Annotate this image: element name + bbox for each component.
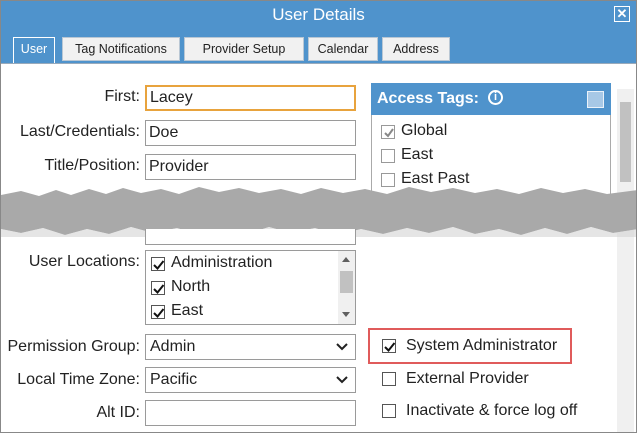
close-button[interactable]: ✕ — [614, 6, 630, 22]
local-time-zone-select[interactable]: Pacific — [145, 367, 356, 393]
permission-group-select[interactable]: Admin — [145, 334, 356, 360]
scroll-up-icon[interactable] — [342, 257, 350, 262]
last-credentials-label: Last/Credentials: — [19, 123, 140, 140]
user-locations-label: User Locations: — [28, 253, 140, 270]
user-locations-list: Administration North East — [145, 250, 356, 325]
check-icon — [153, 284, 165, 294]
check-icon — [384, 342, 396, 352]
tag-east-checkbox[interactable] — [381, 149, 395, 163]
tab-bar: User Tag Notifications Provider Setup Ca… — [1, 29, 636, 63]
last-credentials-input[interactable]: Doe — [145, 120, 356, 146]
locations-scrollbar-thumb[interactable] — [340, 271, 353, 293]
title-position-label: Title/Position: — [44, 157, 140, 174]
locations-scrollbar[interactable] — [338, 251, 355, 324]
info-icon[interactable]: i — [488, 90, 503, 105]
chevron-down-icon — [336, 376, 348, 384]
alt-id-label: Alt ID: — [96, 404, 140, 421]
check-icon — [153, 260, 165, 270]
tab-tag-notifications[interactable]: Tag Notifications — [62, 37, 180, 61]
access-tags-header: Access Tags: i — [371, 83, 611, 115]
window-scrollbar-thumb[interactable] — [620, 102, 631, 182]
first-name-input[interactable]: Lacey — [145, 85, 356, 111]
tag-global-label: Global — [401, 122, 448, 139]
location-east-checkbox[interactable] — [151, 305, 165, 319]
location-administration-checkbox[interactable] — [151, 257, 165, 271]
external-provider-label: External Provider — [406, 370, 529, 387]
location-east-label: East — [171, 302, 204, 319]
tag-east-label: East — [401, 146, 434, 163]
system-admin-checkbox[interactable] — [382, 339, 396, 353]
select-all-tags-checkbox[interactable] — [587, 91, 604, 108]
local-time-zone-label: Local Time Zone: — [17, 371, 140, 388]
tab-provider-setup[interactable]: Provider Setup — [184, 37, 304, 61]
scroll-down-icon[interactable] — [342, 312, 350, 317]
tab-address[interactable]: Address — [382, 37, 450, 61]
alt-id-input[interactable] — [145, 400, 356, 426]
user-details-window: User Details ✕ User Tag Notifications Pr… — [0, 0, 637, 433]
tab-user[interactable]: User — [13, 37, 55, 63]
check-icon — [384, 128, 394, 138]
permission-group-value: Admin — [150, 338, 196, 355]
window-scrollbar[interactable] — [617, 89, 634, 432]
close-icon: ✕ — [616, 6, 628, 21]
window-title: User Details — [272, 5, 365, 24]
tag-global-checkbox[interactable] — [381, 125, 395, 139]
first-label: First: — [104, 88, 140, 105]
access-tags-title: Access Tags: — [377, 90, 479, 107]
title-bar: User Details ✕ — [1, 1, 636, 29]
local-time-zone-value: Pacific — [150, 371, 198, 388]
location-north-label: North — [171, 278, 211, 295]
check-icon — [153, 308, 165, 318]
tab-calendar[interactable]: Calendar — [308, 37, 378, 61]
location-north-checkbox[interactable] — [151, 281, 165, 295]
location-administration-label: Administration — [171, 254, 273, 271]
inactivate-label: Inactivate & force log off — [406, 402, 578, 419]
system-admin-label: System Administrator — [406, 337, 558, 354]
partial-field[interactable] — [145, 229, 356, 245]
inactivate-checkbox[interactable] — [382, 404, 396, 418]
permission-group-label: Permission Group: — [7, 338, 141, 355]
external-provider-checkbox[interactable] — [382, 372, 396, 386]
chevron-down-icon — [336, 343, 348, 351]
